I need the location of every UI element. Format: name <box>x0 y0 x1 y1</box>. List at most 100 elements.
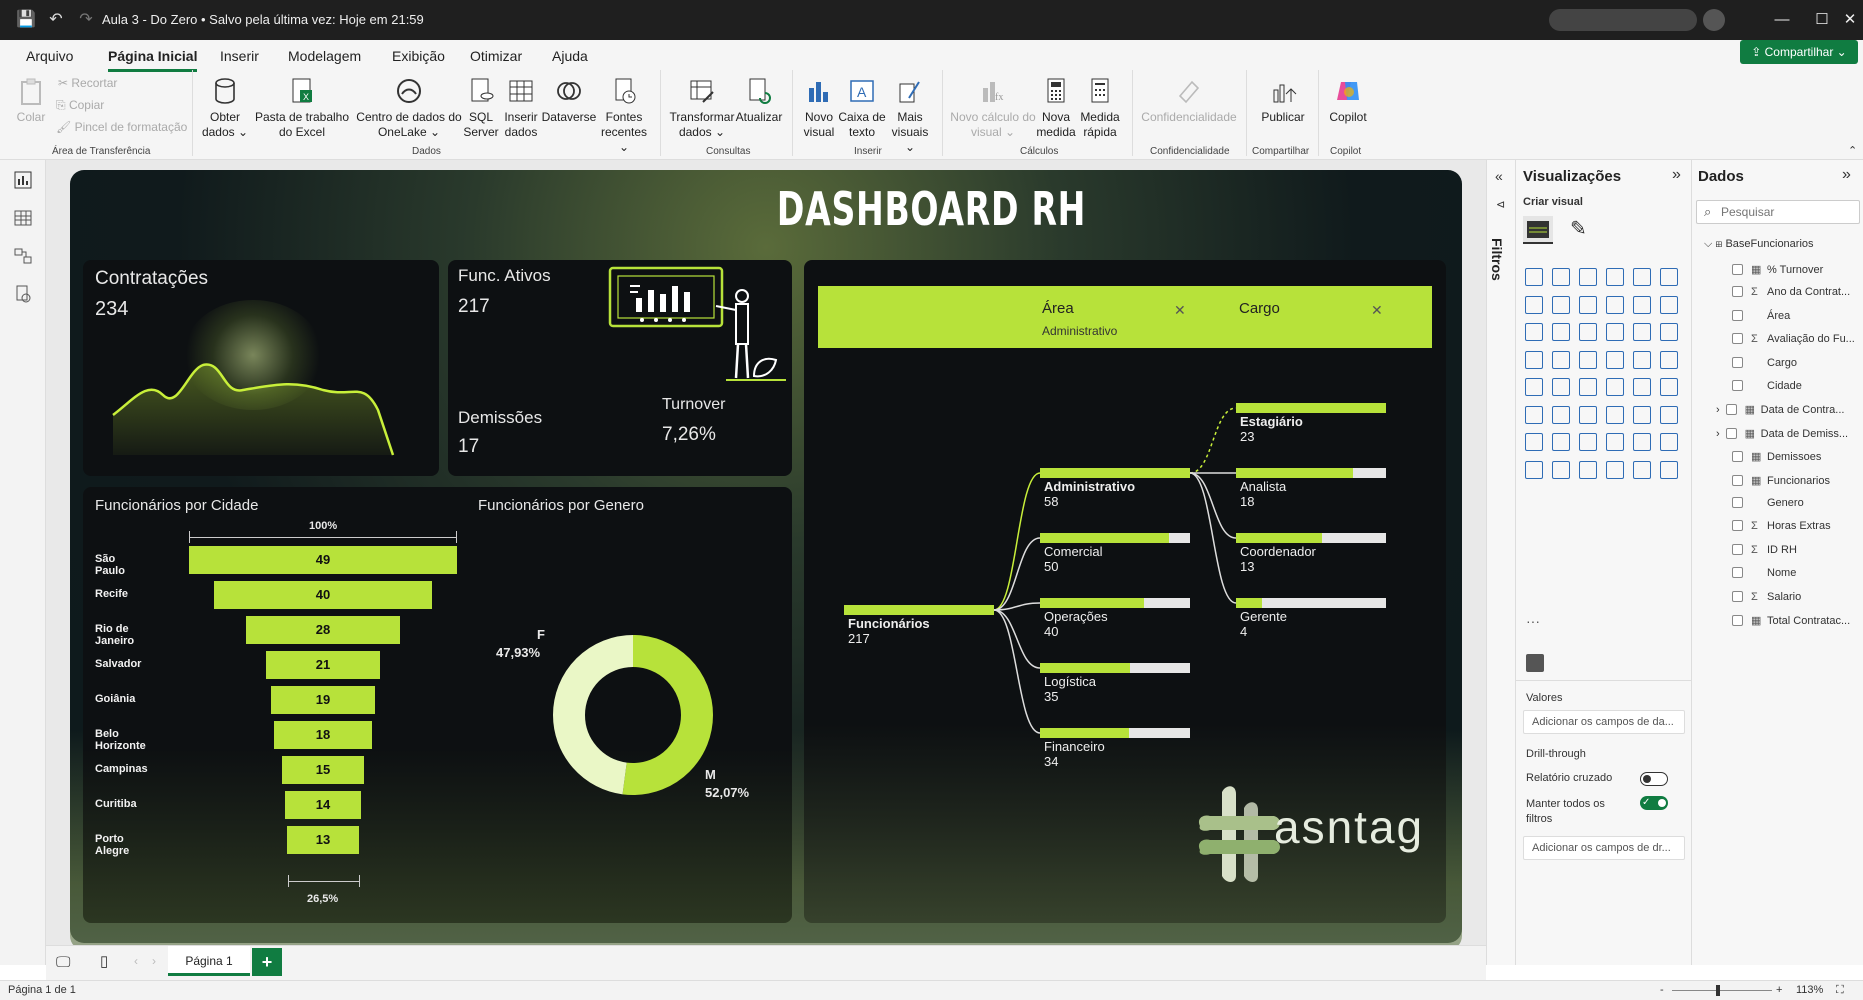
field-item[interactable]: ▦ Total Contratac... <box>1732 614 1850 627</box>
visual-type-icon[interactable] <box>1633 350 1651 369</box>
hires-card[interactable]: Contratações 234 <box>83 260 439 476</box>
copy-button[interactable]: ⎘ Copiar <box>56 98 104 113</box>
visual-type-icon[interactable] <box>1633 268 1651 286</box>
tree-role-node[interactable]: Estagiário 23 <box>1240 414 1303 444</box>
field-item[interactable]: ▦ Funcionarios <box>1732 474 1830 487</box>
field-checkbox[interactable] <box>1725 427 1737 439</box>
field-item[interactable]: Σ Horas Extras <box>1732 520 1831 532</box>
tab-ajuda[interactable]: Ajuda <box>552 48 588 64</box>
enter-data-button[interactable]: Inserir dados <box>502 76 540 140</box>
build-visual-tab[interactable] <box>1523 216 1553 244</box>
headcount-card[interactable]: Func. Ativos 217 Demissões 17 Turnover 7… <box>448 260 792 476</box>
tree-root-node[interactable]: Funcionários 217 <box>848 616 930 646</box>
funnel-bar[interactable]: 18 <box>273 721 373 749</box>
cross-report-toggle[interactable] <box>1640 772 1668 786</box>
field-checkbox[interactable] <box>1732 567 1743 579</box>
dataverse-button[interactable]: Dataverse <box>540 76 598 125</box>
visual-type-icon[interactable] <box>1633 460 1651 479</box>
visual-type-icon[interactable] <box>1579 378 1597 396</box>
funnel-bar[interactable]: 15 <box>281 756 364 784</box>
visual-type-icon[interactable] <box>1660 433 1678 451</box>
visual-type-icon[interactable] <box>1606 460 1624 479</box>
expand-icon[interactable]: › <box>1716 404 1720 416</box>
recent-sources-button[interactable]: Fontes recentes ⌄ <box>596 76 652 155</box>
visual-type-icon[interactable] <box>1552 405 1570 424</box>
drillthrough-drop-field[interactable]: Adicionar os campos de dr... <box>1523 836 1685 860</box>
funnel-bar[interactable]: 49 <box>189 546 457 574</box>
visual-type-icon[interactable] <box>1660 268 1678 286</box>
visual-type-icon[interactable] <box>1606 378 1624 396</box>
field-checkbox[interactable] <box>1732 309 1743 321</box>
visual-type-icon[interactable] <box>1606 323 1624 341</box>
visual-type-icon[interactable] <box>1660 323 1678 341</box>
values-drop-field[interactable]: Adicionar os campos de da... <box>1523 710 1685 734</box>
funnel-bar[interactable]: 40 <box>213 581 433 609</box>
tree-role-node[interactable]: Analista 18 <box>1240 479 1286 509</box>
avatar[interactable] <box>1703 9 1725 31</box>
new-visual-calc-button[interactable]: fx Novo cálculo do visual ⌄ <box>950 76 1036 140</box>
visual-type-icon[interactable] <box>1552 378 1570 396</box>
tab-pagina-inicial[interactable]: Página Inicial <box>108 48 198 72</box>
table-basefuncionarios[interactable]: ⌵ ⊞ BaseFuncionarios <box>1704 238 1814 251</box>
visual-type-icon[interactable] <box>1525 433 1543 451</box>
save-icon[interactable]: 💾 <box>14 8 38 32</box>
zoom-in-icon[interactable]: + <box>1776 984 1782 996</box>
visual-type-icon[interactable] <box>1633 295 1651 314</box>
tree-role-node-bar[interactable] <box>1236 403 1386 413</box>
cut-button[interactable]: ✂ Recortar <box>58 76 117 90</box>
visual-type-icon[interactable] <box>1606 405 1624 424</box>
visual-type-icon[interactable] <box>1660 460 1678 479</box>
zoom-slider[interactable] <box>1672 990 1772 991</box>
tree-area-node-bar[interactable] <box>1040 663 1190 673</box>
report-view-icon[interactable] <box>13 170 33 190</box>
visual-type-icon[interactable] <box>1660 405 1678 424</box>
new-measure-button[interactable]: Nova medida <box>1036 76 1076 140</box>
visual-type-icon[interactable] <box>1633 378 1651 396</box>
field-checkbox[interactable] <box>1732 520 1743 532</box>
format-painter-button[interactable]: 🖌 Pincel de formatação <box>56 120 187 134</box>
visual-type-icon[interactable] <box>1525 323 1543 341</box>
textbox-button[interactable]: A Caixa de texto <box>838 76 886 140</box>
funnel-bar[interactable]: 14 <box>284 791 362 819</box>
visual-type-icon[interactable] <box>1525 378 1543 396</box>
field-checkbox[interactable] <box>1732 590 1743 602</box>
tree-area-node-bar[interactable] <box>1040 533 1190 543</box>
minimize-icon[interactable]: — <box>1762 6 1802 34</box>
tree-area-node[interactable]: Financeiro 34 <box>1044 739 1105 769</box>
tree-area-node[interactable]: Administrativo 58 <box>1044 479 1135 509</box>
field-item[interactable]: Σ Salario <box>1732 590 1801 603</box>
visual-type-icon[interactable] <box>1552 323 1570 341</box>
format-visual-tab[interactable]: ✎ <box>1570 216 1587 241</box>
expand-icon[interactable]: › <box>1716 428 1720 440</box>
data-search-input[interactable] <box>1721 203 1851 221</box>
table-view-icon[interactable] <box>13 208 33 228</box>
field-item[interactable]: › ▦ Data de Contra... <box>1716 403 1844 416</box>
visual-type-icon[interactable] <box>1606 350 1624 369</box>
filters-pane-collapsed[interactable]: « ⊲ Filtros <box>1486 160 1516 965</box>
field-checkbox[interactable] <box>1732 497 1743 508</box>
desktop-layout-icon[interactable]: 🖵 <box>56 954 70 971</box>
tree-role-node-bar[interactable] <box>1236 468 1386 478</box>
field-checkbox[interactable] <box>1732 264 1743 275</box>
visual-type-icon[interactable] <box>1660 295 1678 314</box>
tree-area-node[interactable]: Comercial 50 <box>1044 544 1103 574</box>
prev-page-icon[interactable]: ‹ <box>134 954 138 968</box>
field-checkbox[interactable] <box>1732 333 1743 345</box>
visual-type-icon[interactable] <box>1579 350 1597 369</box>
field-checkbox[interactable] <box>1725 404 1737 416</box>
tree-area-node[interactable]: Logística 35 <box>1044 674 1096 704</box>
visual-type-icon[interactable] <box>1579 268 1597 286</box>
close-icon[interactable]: ✕ <box>1830 6 1863 34</box>
visual-type-icon[interactable] <box>1633 405 1651 424</box>
visual-type-icon[interactable] <box>1525 350 1543 369</box>
collapse-ribbon-icon[interactable]: ⌃ <box>1848 144 1857 157</box>
visual-type-icon[interactable] <box>1552 350 1570 369</box>
tab-inserir[interactable]: Inserir <box>220 48 259 64</box>
field-item[interactable]: Área <box>1732 309 1790 322</box>
funnel-bar[interactable]: 21 <box>265 651 381 679</box>
tree-area-node-bar[interactable] <box>1040 598 1190 608</box>
publish-button[interactable]: Publicar <box>1254 76 1312 125</box>
field-item[interactable]: Genero <box>1732 497 1804 509</box>
visual-type-icon[interactable] <box>1525 268 1543 286</box>
visual-type-icon[interactable] <box>1579 460 1597 479</box>
